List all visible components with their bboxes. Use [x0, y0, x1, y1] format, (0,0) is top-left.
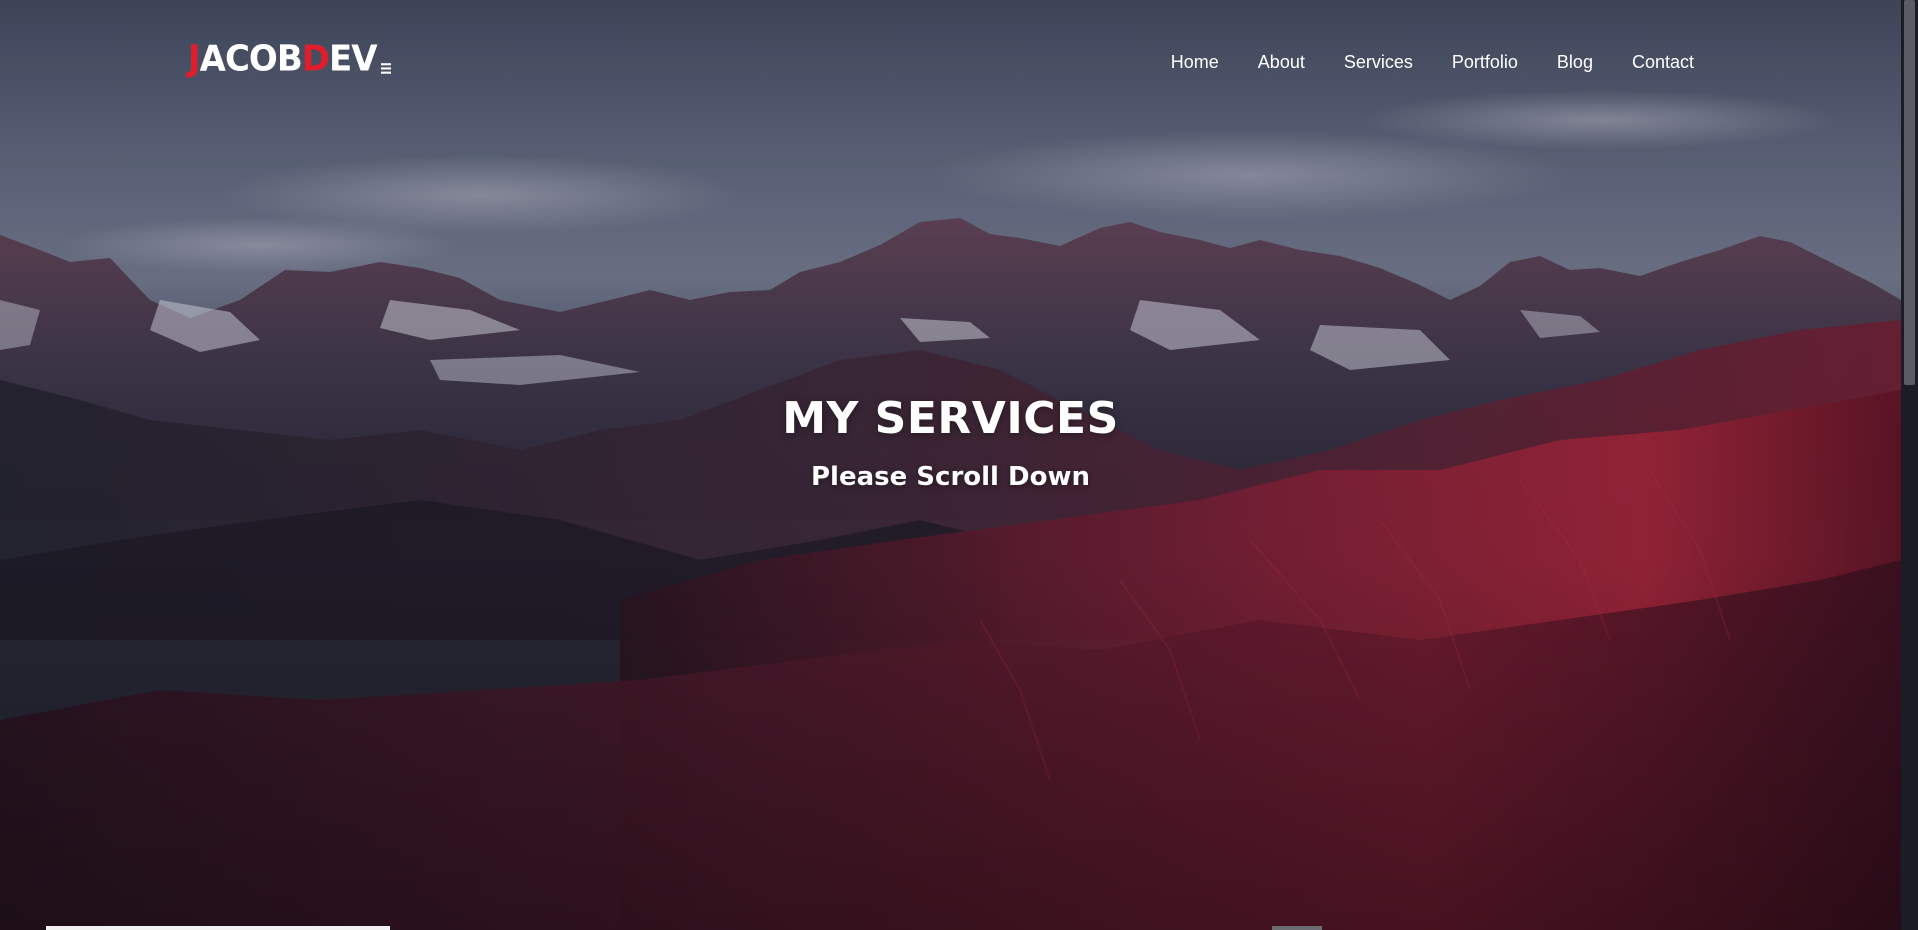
main-nav: Home About Services Portfolio Blog Conta…: [1132, 50, 1694, 74]
nav-item-portfolio[interactable]: Portfolio: [1452, 50, 1518, 74]
nav-item-services[interactable]: Services: [1344, 50, 1413, 74]
menu-icon: [380, 63, 391, 74]
horizontal-scroll-thumb[interactable]: [1272, 926, 1322, 930]
nav-item-home[interactable]: Home: [1171, 50, 1219, 74]
nav-item-about[interactable]: About: [1258, 50, 1305, 74]
site-logo[interactable]: J ACOB D EV: [188, 41, 391, 77]
hero-subtitle: Please Scroll Down: [811, 462, 1090, 492]
vertical-scrollbar[interactable]: [1901, 0, 1918, 930]
scroll-progress-bar: [46, 926, 390, 930]
page: J ACOB D EV Home About Services Portfoli…: [0, 0, 1918, 930]
nav-item-contact[interactable]: Contact: [1632, 50, 1694, 74]
logo-letter-d: D: [301, 38, 330, 80]
logo-letter-j: J: [188, 38, 201, 80]
vertical-scroll-thumb[interactable]: [1904, 0, 1915, 385]
logo-letters-ev: EV: [328, 38, 378, 80]
logo-letters-acob: ACOB: [199, 38, 303, 80]
hero-title: MY SERVICES: [782, 393, 1119, 444]
nav-item-blog[interactable]: Blog: [1557, 50, 1593, 74]
